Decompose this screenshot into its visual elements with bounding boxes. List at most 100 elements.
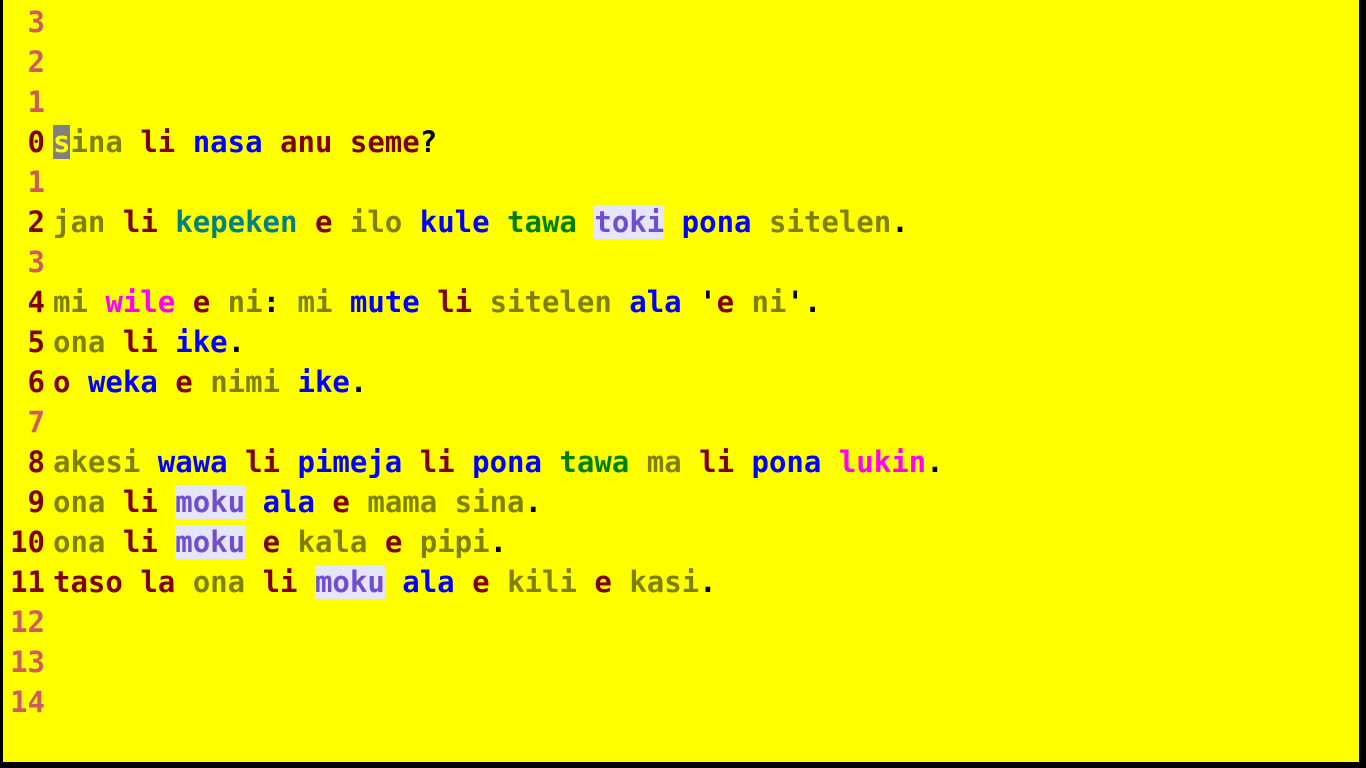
editor-line[interactable]: 14 [3, 682, 1359, 722]
editor-line[interactable]: 9ona li moku ala e mama sina. [3, 482, 1359, 522]
token: e [472, 565, 489, 599]
line-content[interactable]: mi wile e ni: mi mute li sitelen ala 'e … [53, 282, 1359, 322]
token [734, 285, 751, 319]
token [280, 365, 297, 399]
editor-line[interactable]: 2 [3, 42, 1359, 82]
token: ' [682, 285, 717, 319]
token [577, 205, 594, 239]
token: ilo [350, 205, 402, 239]
editor-viewport[interactable]: 3210sina li nasa anu seme?12jan li kepek… [3, 0, 1359, 762]
token [350, 485, 367, 519]
token [821, 445, 838, 479]
line-content[interactable] [53, 682, 1359, 722]
token [140, 445, 157, 479]
token [402, 205, 419, 239]
token: li [123, 205, 158, 239]
token [577, 565, 594, 599]
token: kala [298, 525, 368, 559]
line-content[interactable]: ona li moku e kala e pipi. [53, 522, 1359, 562]
line-content[interactable] [53, 42, 1359, 82]
token: ala [629, 285, 681, 319]
token: ike [175, 325, 227, 359]
token [332, 205, 349, 239]
editor-line[interactable]: 3 [3, 242, 1359, 282]
token: akesi [53, 445, 140, 479]
token [612, 285, 629, 319]
token: li [245, 445, 280, 479]
token: e [315, 205, 332, 239]
line-number: 14 [3, 682, 45, 722]
cursor: s [53, 125, 70, 159]
line-content[interactable] [53, 602, 1359, 642]
line-number: 11 [3, 562, 45, 602]
token: . [350, 365, 367, 399]
editor-line[interactable]: 1 [3, 82, 1359, 122]
line-content[interactable] [53, 2, 1359, 42]
token: e [385, 525, 402, 559]
editor-line[interactable]: 2jan li kepeken e ilo kule tawa toki pon… [3, 202, 1359, 242]
token: li [699, 445, 734, 479]
editor-line[interactable]: 5ona li ike. [3, 322, 1359, 362]
line-content[interactable] [53, 162, 1359, 202]
token: wawa [158, 445, 228, 479]
token: tawa [559, 445, 629, 479]
token: sina [455, 485, 525, 519]
token [70, 365, 87, 399]
token: ona [193, 565, 245, 599]
line-content[interactable]: ona li moku ala e mama sina. [53, 482, 1359, 522]
editor-line[interactable]: 10ona li moku e kala e pipi. [3, 522, 1359, 562]
token [105, 485, 122, 519]
line-content[interactable]: sina li nasa anu seme? [53, 122, 1359, 162]
token [245, 565, 262, 599]
line-content[interactable] [53, 402, 1359, 442]
token: weka [88, 365, 158, 399]
line-content[interactable]: taso la ona li moku ala e kili e kasi. [53, 562, 1359, 602]
line-number: 3 [3, 2, 45, 42]
token [228, 445, 245, 479]
line-content[interactable] [53, 82, 1359, 122]
editor-line[interactable]: 12 [3, 602, 1359, 642]
editor-line[interactable]: 3 [3, 0, 1359, 42]
token [332, 125, 349, 159]
line-number: 13 [3, 642, 45, 682]
token: : [263, 285, 298, 319]
line-content[interactable]: o weka e nimi ike. [53, 362, 1359, 402]
token: e [717, 285, 734, 319]
token [297, 565, 314, 599]
token: e [175, 365, 192, 399]
editor-line[interactable]: 8akesi wawa li pimeja li pona tawa ma li… [3, 442, 1359, 482]
editor-line[interactable]: 13 [3, 642, 1359, 682]
token: moku [315, 565, 385, 599]
token: moku [175, 525, 245, 559]
editor-line[interactable]: 7 [3, 402, 1359, 442]
line-content[interactable]: ona li ike. [53, 322, 1359, 362]
token: nimi [210, 365, 280, 399]
token [490, 205, 507, 239]
token [420, 285, 437, 319]
line-content[interactable]: akesi wawa li pimeja li pona tawa ma li … [53, 442, 1359, 482]
token: anu [280, 125, 332, 159]
token: wile [105, 285, 175, 319]
token: . [525, 485, 542, 519]
token [315, 485, 332, 519]
line-content[interactable] [53, 242, 1359, 282]
token: kule [420, 205, 490, 239]
editor-line[interactable]: 4mi wile e ni: mi mute li sitelen ala 'e… [3, 282, 1359, 322]
token: kasi [629, 565, 699, 599]
token: e [263, 525, 280, 559]
token [245, 525, 262, 559]
line-content[interactable] [53, 642, 1359, 682]
line-number: 2 [3, 202, 45, 242]
token [158, 325, 175, 359]
token: . [699, 565, 716, 599]
token [105, 205, 122, 239]
line-number: 7 [3, 402, 45, 442]
line-content[interactable]: jan li kepeken e ilo kule tawa toki pona… [53, 202, 1359, 242]
editor-line[interactable]: 11taso la ona li moku ala e kili e kasi. [3, 562, 1359, 602]
editor-line[interactable]: 0sina li nasa anu seme? [3, 122, 1359, 162]
token [105, 525, 122, 559]
editor-line[interactable]: 1 [3, 162, 1359, 202]
token: lukin [839, 445, 926, 479]
line-number: 0 [3, 122, 45, 162]
editor-line[interactable]: 6o weka e nimi ike. [3, 362, 1359, 402]
